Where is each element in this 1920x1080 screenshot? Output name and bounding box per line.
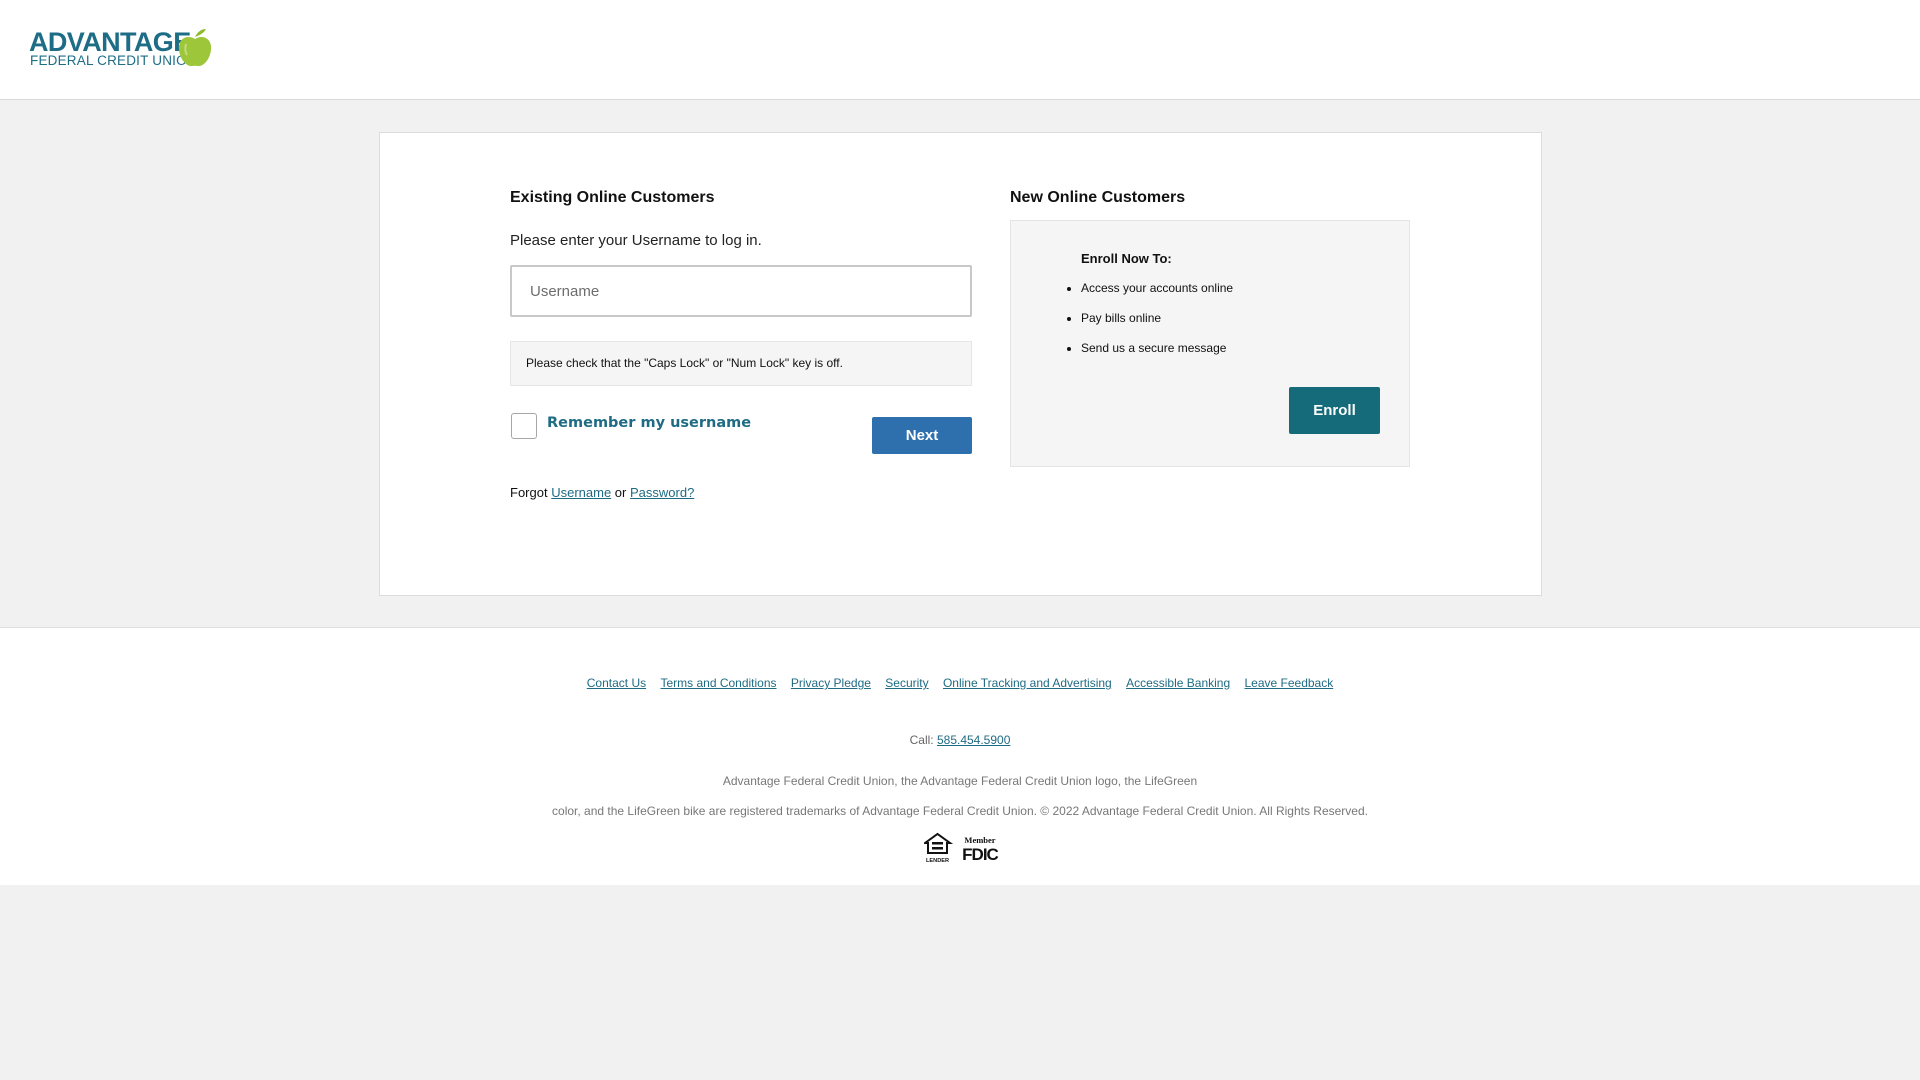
list-item: Access your accounts online: [1081, 281, 1233, 311]
footer-link-terms[interactable]: Terms and Conditions: [660, 676, 776, 690]
footer-link-accessible-banking[interactable]: Accessible Banking: [1126, 676, 1230, 690]
equal-housing-fdic-badges: LENDER Member FDIC: [924, 832, 1000, 864]
forgot-password-link[interactable]: Password?: [630, 485, 694, 500]
remember-username-checkbox[interactable]: [511, 413, 537, 439]
enroll-benefits-list: Access your accounts online Pay bills on…: [1062, 281, 1233, 371]
login-prompt: Please enter your Username to log in.: [510, 232, 762, 249]
new-customers-title: New Online Customers: [1010, 189, 1186, 206]
list-item: Send us a secure message: [1081, 341, 1233, 371]
caps-lock-notice: Please check that the "Caps Lock" or "Nu…: [510, 341, 972, 386]
list-item: Pay bills online: [1081, 311, 1233, 341]
forgot-credentials: Forgot Username or Password?: [510, 485, 694, 500]
call-label: Call:: [909, 733, 934, 747]
forgot-prefix: Forgot: [510, 485, 548, 500]
logo-subtitle: FEDERAL CREDIT UNION: [30, 53, 197, 68]
footer-link-leave-feedback[interactable]: Leave Feedback: [1244, 676, 1333, 690]
site-header: ADVANTAGE FEDERAL CREDIT UNION: [0, 0, 1920, 100]
logo-wordmark: ADVANTAGE: [29, 27, 191, 57]
username-input[interactable]: [510, 265, 972, 317]
next-button[interactable]: Next: [872, 417, 972, 454]
forgot-or: or: [614, 485, 627, 500]
equal-housing-lender-icon: LENDER: [924, 832, 954, 864]
equal-housing-label: LENDER: [926, 858, 949, 864]
footer-link-online-tracking[interactable]: Online Tracking and Advertising: [943, 676, 1112, 690]
fdic-member-label: Member: [964, 835, 995, 845]
existing-customers-title: Existing Online Customers: [510, 189, 715, 206]
member-fdic-icon: Member FDIC: [962, 835, 999, 864]
apple-icon: [178, 29, 212, 67]
enroll-panel-title: Enroll Now To:: [1081, 251, 1172, 266]
footer-links: Contact Us Terms and Conditions Privacy …: [0, 676, 1920, 690]
legal-text-line-1: Advantage Federal Credit Union, the Adva…: [722, 774, 1198, 788]
site-footer: Contact Us Terms and Conditions Privacy …: [0, 627, 1920, 885]
legal-text-line-2: color, and the LifeGreen bike are regist…: [552, 804, 1368, 818]
forgot-username-link[interactable]: Username: [551, 485, 611, 500]
footer-link-security[interactable]: Security: [885, 676, 928, 690]
footer-link-contact-us[interactable]: Contact Us: [587, 676, 646, 690]
fdic-label: FDIC: [962, 845, 998, 864]
remember-username-label[interactable]: Remember my username: [547, 415, 751, 431]
call-line: Call: 585.454.5900: [0, 733, 1920, 747]
enroll-panel: Enroll Now To: Access your accounts onli…: [1010, 220, 1410, 467]
advantage-fcu-logo[interactable]: ADVANTAGE FEDERAL CREDIT UNION: [29, 28, 213, 68]
enroll-button[interactable]: Enroll: [1289, 387, 1380, 434]
phone-link[interactable]: 585.454.5900: [937, 733, 1010, 747]
login-card: Existing Online Customers Please enter y…: [379, 132, 1542, 596]
footer-link-privacy-pledge[interactable]: Privacy Pledge: [791, 676, 871, 690]
